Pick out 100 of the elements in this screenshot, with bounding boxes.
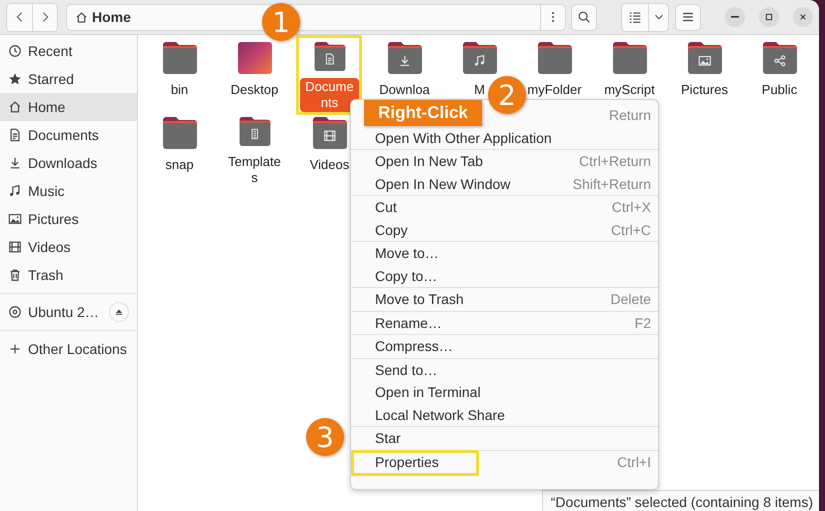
menu-item-label: Move to Trash [375, 291, 464, 308]
file-name[interactable]: Documents [300, 78, 359, 112]
sidebar-label: Videos [28, 239, 71, 255]
film-icon [8, 240, 22, 254]
file-name[interactable]: Downloa [377, 81, 432, 99]
folder-icon [162, 117, 196, 149]
sidebar-label: Ubuntu 2… [28, 304, 99, 320]
sidebar-label: Documents [28, 127, 99, 143]
file-name[interactable]: myScript [602, 81, 657, 99]
eject-button[interactable] [109, 302, 129, 322]
folder-icon [762, 42, 796, 74]
list-icon [628, 10, 642, 24]
sidebar-label: Trash [28, 267, 64, 283]
menu-item-label: Open With Other Application [375, 130, 552, 146]
minimize-button[interactable] [725, 7, 745, 27]
sidebar-item[interactable]: Videos [0, 233, 137, 261]
folder-icon [312, 117, 346, 149]
menu-item-label: Compress… [375, 338, 453, 354]
menu-item[interactable]: Star [351, 427, 658, 450]
sidebar-item[interactable]: Home [0, 93, 137, 121]
download-icon [8, 156, 22, 170]
menu-item-label: Star [375, 430, 401, 446]
music-note-icon [8, 184, 22, 198]
sidebar-item[interactable]: Trash [0, 261, 137, 289]
trash-icon [8, 268, 22, 282]
sidebar-label: Downloads [28, 155, 98, 171]
sidebar-item[interactable]: Documents [0, 121, 137, 149]
shortcut-label: Ctrl+I [617, 454, 651, 470]
file-name[interactable]: Pictures [679, 81, 730, 99]
folder-icon [312, 42, 346, 71]
menu-item[interactable]: Open With Other Application [351, 126, 658, 149]
sidebar-item[interactable]: Recent [0, 37, 137, 65]
clock-icon [8, 44, 22, 58]
file-name[interactable]: myFolder [525, 81, 584, 99]
menu-item[interactable]: Open In New Window Shift+Return [351, 172, 658, 195]
minimize-icon [731, 16, 739, 18]
menu-item-label: Rename… [375, 314, 442, 331]
sidebar-item[interactable]: Other Locations [0, 335, 137, 363]
desktop-folder-icon [238, 42, 272, 74]
file-name[interactable]: snap [163, 156, 196, 174]
menu-item-label: Open In New Tab [375, 153, 483, 170]
close-button[interactable] [793, 7, 813, 27]
menu-item[interactable]: Open in Terminal [351, 381, 658, 404]
home-icon [75, 10, 88, 24]
menu-item-label: Send to… [375, 362, 438, 378]
menu-item[interactable]: Send to… [351, 358, 658, 381]
sidebar-label: Recent [28, 43, 72, 59]
main-menu-button[interactable] [675, 4, 701, 30]
menu-item[interactable]: Copy to… [351, 264, 658, 287]
sidebar-label: Music [28, 183, 65, 199]
file-name[interactable]: Desktop [228, 81, 280, 99]
menu-item[interactable]: Cut Ctrl+X [351, 196, 658, 218]
sidebar-label: Other Locations [28, 341, 127, 357]
folder-icon [612, 42, 646, 74]
search-icon [577, 10, 591, 24]
status-text: “Documents” selected (containing 8 items) [550, 494, 813, 510]
menu-item-label: Open in Terminal [375, 384, 481, 400]
sidebar-label: Home [28, 99, 66, 115]
maximize-icon [763, 11, 775, 23]
menu-item[interactable]: Properties Ctrl+I [351, 450, 658, 473]
folder-icon [388, 42, 422, 74]
folder-icon [162, 42, 196, 74]
folder-icon [688, 42, 722, 74]
menu-item[interactable]: Move to Trash Delete [351, 288, 658, 310]
picture-icon [8, 212, 22, 226]
shortcut-label: Ctrl+Return [579, 153, 651, 170]
shortcut-label: Shift+Return [572, 176, 651, 192]
shortcut-label: Delete [610, 291, 651, 308]
eject-icon [114, 307, 124, 317]
menu-item[interactable]: Move to… [351, 242, 658, 264]
menu-item[interactable]: Open In New Tab Ctrl+Return [351, 150, 658, 172]
menu-item[interactable]: Compress… [351, 335, 658, 358]
file-name[interactable]: bin [168, 81, 190, 99]
folder-icon [462, 42, 496, 74]
folder-icon [538, 42, 572, 74]
file-name[interactable]: Videos [308, 156, 352, 174]
sidebar-item[interactable]: Music [0, 177, 137, 205]
menu-item[interactable]: Copy Ctrl+C [351, 218, 658, 241]
folder-icon [238, 117, 272, 146]
sidebar-item[interactable]: Starred [0, 65, 137, 93]
sidebar-item[interactable]: Ubuntu 2… [0, 298, 137, 326]
document-icon [8, 128, 22, 142]
search-button[interactable] [571, 4, 597, 30]
menu-item[interactable]: Rename… F2 [351, 312, 658, 334]
menu-item-label: Open In New Window [375, 176, 510, 192]
file-name[interactable]: Templates [225, 153, 284, 187]
menu-item-label: Local Network Share [375, 406, 505, 423]
sidebar-label: Pictures [28, 211, 79, 227]
shortcut-label: Ctrl+C [610, 222, 651, 238]
sidebar-label: Starred [28, 71, 74, 87]
shortcut-label: F2 [634, 314, 651, 331]
menu-item-label: Move to… [375, 245, 439, 262]
right-click-tooltip: Right-Click [364, 100, 482, 126]
sidebar-item[interactable]: Downloads [0, 149, 137, 177]
file-name[interactable]: Public [760, 81, 800, 99]
sidebar-item[interactable]: Pictures [0, 205, 137, 233]
menu-item[interactable]: Local Network Share [351, 404, 658, 426]
file-name[interactable]: M [472, 81, 487, 99]
menu-item-label: Properties [375, 454, 439, 470]
maximize-button[interactable] [759, 7, 779, 27]
